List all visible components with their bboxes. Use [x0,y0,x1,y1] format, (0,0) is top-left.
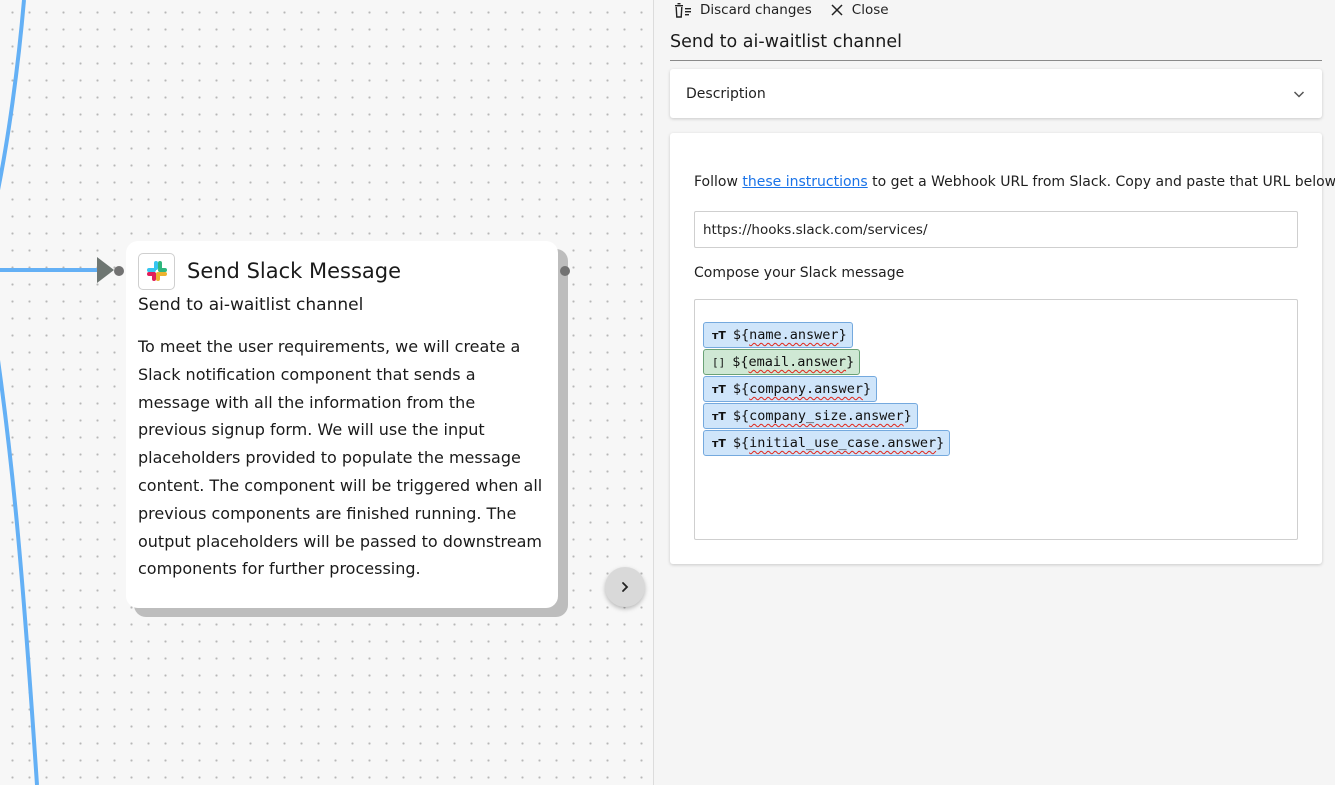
discard-icon [675,3,691,18]
token-prefix: ${ [732,408,750,424]
token-suffix: } [862,381,872,397]
list-type-icon: [] [712,355,726,369]
node-description: To meet the user requirements, we will c… [138,337,543,579]
panel-title[interactable]: Send to ai-waitlist channel [670,32,902,52]
text-type-icon: ᴛT [712,409,726,423]
token-suffix: } [846,354,855,370]
text-type-icon: ᴛT [712,436,726,450]
expand-panel-button[interactable] [605,567,645,607]
token-prefix: ${ [732,354,749,370]
webhook-url-input[interactable] [694,211,1298,248]
placeholder-token[interactable]: [] ${email.answer} [703,349,861,375]
placeholder-token[interactable]: ᴛT ${company.answer} [703,376,878,402]
output-handle[interactable] [560,266,570,276]
node-header: Send Slack Message [138,252,546,290]
node-title: Send Slack Message [187,259,402,283]
config-panel: Discard changes Close Send to ai-waitlis… [654,0,1335,785]
text-type-icon: ᴛT [712,382,726,396]
token-suffix: } [936,435,945,451]
slack-node-card[interactable]: Send Slack Message Send to ai-waitlist c… [126,241,558,608]
token-prefix: ${ [732,327,750,343]
message-compose-editor[interactable]: ᴛT ${name.answer}[] ${email.answer} ᴛT ${com… [694,299,1298,540]
placeholder-token[interactable]: ᴛT ${initial_use_case.answer} [703,430,951,456]
instructions-text: Follow these instructions to get a Webho… [694,174,1335,190]
token-prefix: ${ [732,435,750,451]
edge-top-left [0,0,26,191]
token-row: ᴛT ${name.answer} [703,322,1289,349]
description-label: Description [686,85,766,102]
instructions-link[interactable]: these instructions [742,174,867,190]
token-prefix: ${ [732,381,750,397]
chevron-right-icon [622,582,629,592]
token-variable: company.answer [749,381,863,397]
input-port-arrow[interactable] [97,257,114,283]
flow-canvas[interactable]: Send Slack Message Send to ai-waitlist c… [0,0,653,785]
token-row: ᴛT ${initial_use_case.answer} [703,430,1289,457]
placeholder-token[interactable]: ᴛT ${company_size.answer} [703,403,918,429]
token-variable: company_size.answer [749,408,904,424]
close-icon [831,4,843,16]
close-label: Close [851,2,889,18]
title-underline [670,60,1322,61]
slack-icon [138,252,175,290]
token-row: [] ${email.answer} [703,349,1289,376]
token-variable: email.answer [748,354,847,370]
token-row: ᴛT ${company_size.answer} [703,403,1289,430]
compose-label: Compose your Slack message [694,265,905,281]
token-suffix: } [903,408,912,424]
edge-bottom-left [0,359,39,785]
token-suffix: } [838,327,847,343]
chevron-down-icon [1293,90,1305,98]
input-handle[interactable] [114,266,124,276]
description-accordion[interactable]: Description [670,69,1322,118]
webhook-settings-card: Follow these instructions to get a Webho… [670,133,1335,564]
panel-toolbar: Discard changes Close [674,0,907,20]
instructions-suffix: to get a Webhook URL from Slack. Copy an… [867,174,1335,190]
text-type-icon: ᴛT [712,328,726,342]
instructions-prefix: Follow [694,174,743,190]
close-button[interactable]: Close [830,2,889,18]
token-row: ᴛT ${company.answer} [703,376,1289,403]
token-variable: name.answer [749,327,839,343]
token-variable: initial_use_case.answer [749,435,937,451]
discard-label: Discard changes [700,2,812,18]
discard-changes-button[interactable]: Discard changes [674,2,812,18]
node-subtitle: Send to ai-waitlist channel [138,295,364,315]
placeholder-token[interactable]: ᴛT ${name.answer} [703,322,853,348]
